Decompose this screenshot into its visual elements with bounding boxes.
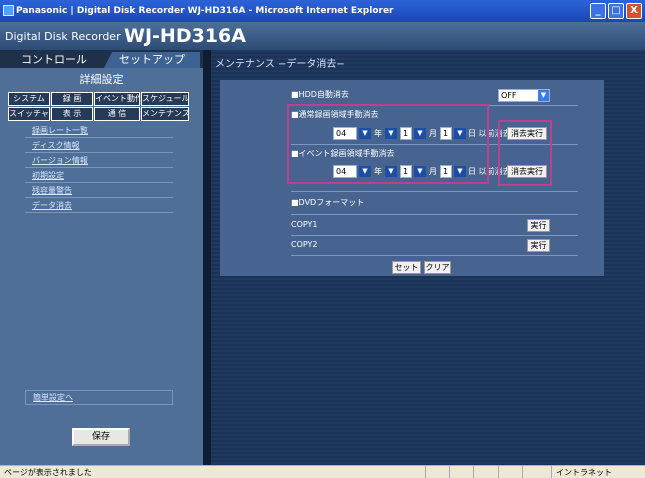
copy2-execute-button[interactable]: 実行: [527, 239, 550, 252]
menu-recording-rate[interactable]: 録画レート一覧: [25, 123, 173, 138]
browser-window: Panasonic | Digital Disk Recorder WJ-HD3…: [0, 0, 645, 478]
tab-setup[interactable]: セットアップ: [104, 52, 200, 68]
divider-line: [291, 214, 578, 215]
window-title: Panasonic | Digital Disk Recorder WJ-HD3…: [16, 6, 394, 16]
highlight-date-fields: [287, 104, 489, 184]
sidebar-title: 詳細設定: [79, 73, 124, 86]
switcher-button[interactable]: スイッチャー: [8, 107, 50, 121]
window-titlebar: Panasonic | Digital Disk Recorder WJ-HD3…: [0, 0, 645, 22]
page-title: メンテナンス −データ消去−: [215, 59, 345, 70]
highlight-execute-buttons: [498, 120, 552, 186]
app-icon: [3, 5, 14, 16]
clear-button[interactable]: クリア: [424, 261, 451, 274]
maximize-button[interactable]: □: [608, 3, 624, 19]
system-button[interactable]: システム: [8, 92, 50, 106]
mode-tabs: コントロール セットアップ: [0, 50, 203, 68]
menu-disk-info[interactable]: ディスク情報: [25, 138, 173, 153]
divider-line: [291, 191, 578, 192]
hdd-auto-delete-select[interactable]: OFF ▼: [498, 89, 550, 102]
copy1-execute-button[interactable]: 実行: [527, 219, 550, 232]
category-buttons-row-1: システム 録 画 イベント動作 スケジュール: [8, 92, 189, 106]
status-text: ページが表示されました: [4, 468, 92, 477]
category-buttons-row-2: スイッチャー 表 示 通 信 メンテナンス: [8, 107, 189, 121]
menu-version-info[interactable]: バージョン情報: [25, 153, 173, 168]
maintenance-menu: 録画レート一覧 ディスク情報 バージョン情報 初期設定 残容量警告 データ消去: [25, 123, 173, 213]
close-button[interactable]: X: [626, 3, 642, 19]
device-header: Digital Disk Recorder WJ-HD316A: [0, 22, 645, 50]
hdd-auto-delete-value: OFF: [501, 91, 517, 100]
quick-setup-link[interactable]: 簡単設定へ: [25, 390, 173, 405]
divider-line: [291, 255, 578, 256]
security-zone: イントラネット: [551, 466, 641, 478]
dvd-format-label: ■DVDフォーマット: [291, 198, 365, 207]
communication-button[interactable]: 通 信: [94, 107, 140, 121]
menu-data-delete[interactable]: データ消去: [25, 198, 173, 213]
status-segments: [425, 466, 545, 478]
device-prefix: Digital Disk Recorder: [5, 30, 121, 43]
minimize-button[interactable]: _: [590, 3, 606, 19]
record-button[interactable]: 録 画: [51, 92, 93, 106]
save-button[interactable]: 保存: [72, 428, 130, 446]
event-action-button[interactable]: イベント動作: [94, 92, 140, 106]
set-button[interactable]: セット: [392, 261, 421, 274]
menu-capacity-warning[interactable]: 残容量警告: [25, 183, 173, 198]
schedule-button[interactable]: スケジュール: [141, 92, 189, 106]
menu-initial-settings[interactable]: 初期設定: [25, 168, 173, 183]
display-button[interactable]: 表 示: [51, 107, 93, 121]
dropdown-arrow-icon: ▼: [538, 90, 549, 101]
divider-line: [291, 235, 578, 236]
tab-control[interactable]: コントロール: [4, 52, 104, 68]
maintenance-button[interactable]: メンテナンス: [141, 107, 189, 121]
panel-divider: [203, 50, 211, 465]
status-bar: ページが表示されました イントラネット: [0, 465, 645, 478]
sidebar: コントロール セットアップ 詳細設定 システム 録 画 イベント動作 スケジュー…: [0, 50, 203, 465]
device-model: WJ-HD316A: [124, 25, 246, 47]
